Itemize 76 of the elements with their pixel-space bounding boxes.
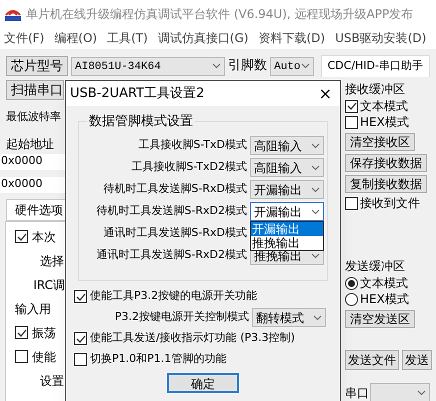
caret-icon <box>311 142 320 148</box>
send-buffer-title: 发送缓冲区 <box>345 258 406 275</box>
mode-select[interactable]: 翻转模式 <box>252 308 326 327</box>
chip-select[interactable]: AI8051U-34K64 <box>71 56 226 76</box>
mode-label: HEX模式 <box>360 291 409 308</box>
caret-icon <box>417 390 426 396</box>
pin-mode-label: 通讯时工具发送脚S-RxD2模式 <box>96 247 247 264</box>
close-button[interactable]: × <box>314 86 336 102</box>
caret-icon <box>300 63 310 69</box>
menu-item[interactable]: 编程(O) <box>54 29 98 47</box>
caret-icon <box>311 186 320 192</box>
dropdown-option[interactable]: 开漏输出 <box>251 222 323 236</box>
caret-icon <box>313 314 322 320</box>
scan-port-button[interactable]: 扫描串口 <box>6 80 64 100</box>
control-mode-label: P3.2按键电源开关控制模式 <box>114 309 249 326</box>
checkbox[interactable] <box>345 196 358 210</box>
checkbox[interactable] <box>74 353 87 366</box>
receive-action-button[interactable]: 保存接收数据 <box>345 154 427 172</box>
port-label: 串口 <box>345 384 369 401</box>
checkbox[interactable] <box>15 230 28 243</box>
start-address-label: 起始地址 <box>6 136 55 152</box>
radio-button[interactable] <box>345 292 358 306</box>
window-title: 单片机在线升级编程仿真调试平台软件 (V6.94U), 远程现场升级APP发布 <box>26 6 414 22</box>
address-field[interactable]: 0x0000 <box>0 176 66 192</box>
option-label: IRC调 <box>33 276 65 294</box>
option-label: 输入用 <box>15 300 51 318</box>
pin-mode-label: 待机时工具发送脚S-RxD2模式 <box>96 203 247 220</box>
menu-item[interactable]: 文件(F) <box>4 29 44 47</box>
radio-button[interactable] <box>345 276 358 290</box>
clear-send-button[interactable]: 清空发送区 <box>345 310 415 328</box>
send-action-button[interactable]: 发送 <box>402 350 432 370</box>
pin-mode-label: 通讯时工具发送脚S-RxD模式 <box>103 225 247 242</box>
caret-icon <box>311 208 320 214</box>
receive-action-button[interactable]: 清空接收区 <box>345 133 415 151</box>
checkbox[interactable] <box>15 350 28 363</box>
receive-action-button[interactable]: 复制接收数据 <box>345 175 427 193</box>
option-label: 振荡 <box>32 324 56 342</box>
option-label: 使能 <box>32 348 56 366</box>
option-label: 使能工具发送/接收指示灯功能 (P3.3控制) <box>90 330 295 346</box>
menu-item[interactable]: 工具(T) <box>107 29 148 47</box>
checkbox[interactable] <box>15 326 28 339</box>
pin-mode-label: 工具接收脚S-TxD2模式 <box>131 159 247 176</box>
mode-label: 文本模式 <box>360 275 408 292</box>
ok-button[interactable]: 确定 <box>167 373 239 393</box>
baud-label: 最低波特率 <box>6 109 62 125</box>
checkbox[interactable] <box>345 100 358 112</box>
option-label: 本次 <box>32 228 56 246</box>
dialog-title: USB-2UART工具设置2 <box>70 84 204 103</box>
caret-icon <box>212 63 222 69</box>
mode-select[interactable]: 高阻输入 <box>250 158 324 177</box>
caret-icon <box>311 164 320 170</box>
menu-item[interactable]: 调试仿真接口(G) <box>158 29 248 47</box>
menu-item[interactable]: USB驱动安装(D) <box>335 29 426 47</box>
address-field[interactable]: 0x0000 <box>0 154 66 170</box>
receive-buffer-title: 接收缓冲区 <box>345 81 406 98</box>
checkbox[interactable] <box>74 290 87 303</box>
menu-item[interactable]: 资料下载(D) <box>258 29 326 47</box>
chip-type-button[interactable]: 芯片型号 <box>6 56 68 76</box>
send-action-button[interactable]: 发送文件 <box>345 350 399 370</box>
pin-mode-label: 待机时工具发送脚S-RxD模式 <box>103 181 247 198</box>
option-label: 使能工具P3.2按键的电源开关功能 <box>90 288 258 304</box>
mode-label: 文本模式 <box>360 98 408 115</box>
mode-select[interactable]: 开漏输出 <box>250 180 324 199</box>
option-label: 设置 <box>40 372 64 390</box>
option-label: 切换P1.0和P1.1管脚的功能 <box>90 351 226 368</box>
checkbox[interactable] <box>345 116 358 128</box>
option-label: 选择 <box>40 252 64 270</box>
serial-helper-tab[interactable]: CDC/HID-串口助手 <box>320 55 430 77</box>
checkbox[interactable] <box>74 332 87 345</box>
caret-icon <box>311 252 320 258</box>
mode-select[interactable]: 高阻输入 <box>250 136 324 155</box>
mode-label: HEX模式 <box>360 114 409 131</box>
pin-count-label: 引脚数 <box>228 57 268 76</box>
pin-mode-label: 工具接收脚S-TxD模式 <box>138 137 247 154</box>
pin-count-select[interactable]: Auto <box>270 56 314 76</box>
receive-to-file-label: 接收到文件 <box>360 195 420 212</box>
